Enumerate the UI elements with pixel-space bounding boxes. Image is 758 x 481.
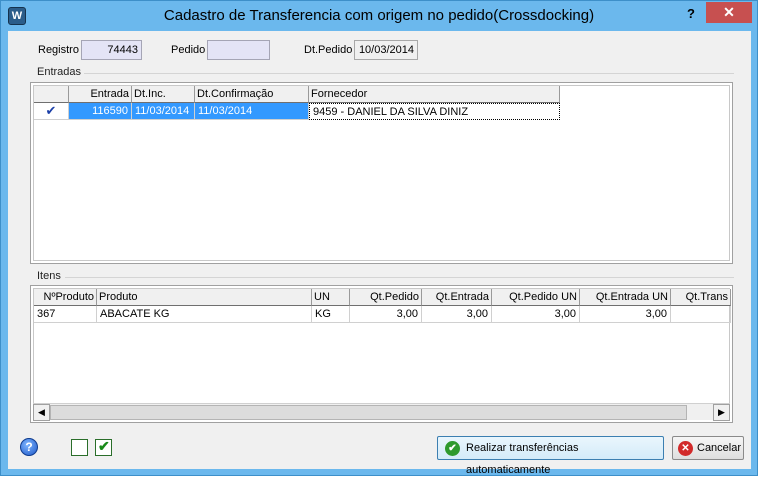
cancelar-button-label: Cancelar bbox=[697, 442, 742, 454]
entradas-col-dtinc[interactable]: Dt.Inc. bbox=[132, 86, 195, 103]
realizar-button-label: Realizar transferências automaticamente bbox=[466, 442, 579, 476]
registro-label: Registro bbox=[38, 44, 79, 56]
itens-col-qtpedidoun[interactable]: Qt.Pedido UN bbox=[492, 289, 580, 306]
item-qttrans-cell[interactable] bbox=[671, 306, 731, 323]
itens-grid-body: NºProduto Produto UN Qt.Pedido Qt.Entrad… bbox=[33, 288, 731, 420]
realizar-transferencias-button[interactable]: ✔ Realizar transferências automaticament… bbox=[437, 436, 664, 476]
cancel-circle-icon: ✕ bbox=[678, 441, 693, 456]
itens-col-produto[interactable]: Produto bbox=[97, 289, 312, 306]
entradas-col-fornecedor[interactable]: Fornecedor bbox=[309, 86, 560, 103]
row-fornecedor-cell[interactable]: 9459 - DANIEL DA SILVA DINIZ bbox=[309, 103, 560, 120]
itens-col-qtentrada[interactable]: Qt.Entrada bbox=[422, 289, 492, 306]
dtpedido-field[interactable]: 10/03/2014 bbox=[354, 40, 418, 60]
item-un-cell[interactable]: KG bbox=[312, 306, 350, 323]
help-button[interactable]: ? bbox=[681, 4, 701, 24]
row-dtinc-cell[interactable]: 11/03/2014 bbox=[132, 103, 195, 120]
unchecked-checkbox[interactable] bbox=[71, 439, 88, 456]
title-bar[interactable]: W Cadastro de Transferencia com origem n… bbox=[1, 1, 757, 31]
itens-col-qtpedido[interactable]: Qt.Pedido bbox=[350, 289, 422, 306]
item-nproduto-cell[interactable]: 367 bbox=[34, 306, 97, 323]
pedido-label: Pedido bbox=[171, 44, 206, 56]
entradas-group-title: Entradas bbox=[37, 66, 82, 78]
itens-group-line bbox=[65, 277, 734, 278]
itens-grid[interactable]: NºProduto Produto UN Qt.Pedido Qt.Entrad… bbox=[30, 285, 733, 423]
dtpedido-label: Dt.Pedido bbox=[304, 44, 353, 56]
scroll-right-icon[interactable]: ▶ bbox=[713, 404, 730, 421]
item-produto-cell[interactable]: ABACATE KG bbox=[97, 306, 312, 323]
checkmark-icon: ✔ bbox=[45, 103, 57, 118]
item-qtpedidoun-cell[interactable]: 3,00 bbox=[492, 306, 580, 323]
itens-col-qtentradaun[interactable]: Qt.Entrada UN bbox=[580, 289, 671, 306]
entradas-group-line bbox=[84, 73, 734, 74]
window-title: Cadastro de Transferencia com origem no … bbox=[163, 7, 595, 24]
dialog-window: W Cadastro de Transferencia com origem n… bbox=[0, 0, 758, 476]
cancelar-button[interactable]: ✕ Cancelar bbox=[672, 436, 744, 460]
itens-col-un[interactable]: UN bbox=[312, 289, 350, 306]
itens-group-title: Itens bbox=[37, 270, 61, 282]
entradas-col-check[interactable] bbox=[34, 86, 69, 103]
item-qtentradaun-cell[interactable]: 3,00 bbox=[580, 306, 671, 323]
entradas-grid[interactable]: Entrada Dt.Inc. Dt.Confirmação Fornecedo… bbox=[30, 82, 733, 264]
row-entrada-cell[interactable]: 116590 bbox=[69, 103, 132, 120]
checkbox-checkmark-icon: ✔ bbox=[98, 438, 110, 454]
entradas-col-dtconfirmacao[interactable]: Dt.Confirmação bbox=[195, 86, 309, 103]
scroll-thumb[interactable] bbox=[50, 405, 687, 420]
item-qtpedido-cell[interactable]: 3,00 bbox=[350, 306, 422, 323]
check-circle-icon: ✔ bbox=[445, 441, 460, 456]
entradas-col-entrada[interactable]: Entrada bbox=[69, 86, 132, 103]
registro-field[interactable]: 74443 bbox=[81, 40, 142, 60]
entradas-grid-body: Entrada Dt.Inc. Dt.Confirmação Fornecedo… bbox=[33, 85, 730, 261]
item-qtentrada-cell[interactable]: 3,00 bbox=[422, 306, 492, 323]
itens-col-qttrans[interactable]: Qt.Trans bbox=[671, 289, 731, 306]
itens-col-nproduto[interactable]: NºProduto bbox=[34, 289, 97, 306]
row-check-cell[interactable]: ✔ bbox=[34, 103, 69, 120]
checked-checkbox[interactable]: ✔ bbox=[95, 438, 112, 456]
info-icon[interactable]: ? bbox=[20, 438, 38, 456]
dialog-client-area: Registro 74443 Pedido Dt.Pedido 10/03/20… bbox=[8, 31, 751, 476]
itens-horizontal-scrollbar[interactable]: ◀ ▶ bbox=[33, 403, 730, 421]
row-dtconfirmacao-cell[interactable]: 11/03/2014 bbox=[195, 103, 309, 120]
scroll-left-icon[interactable]: ◀ bbox=[33, 404, 50, 421]
close-button[interactable]: ✕ bbox=[706, 2, 752, 23]
pedido-field[interactable] bbox=[207, 40, 270, 60]
